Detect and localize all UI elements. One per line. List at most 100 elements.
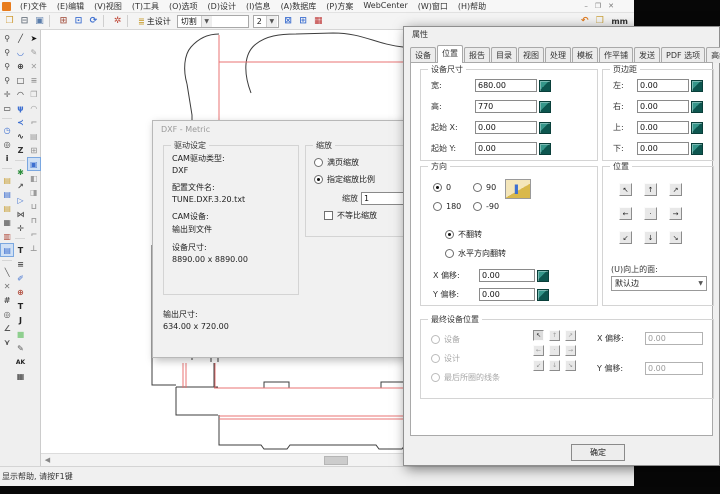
position-arrow-button[interactable]: ↑ (644, 183, 657, 196)
step-tool[interactable]: ⌐ (28, 228, 40, 240)
position-arrow-button[interactable]: ↗ (669, 183, 682, 196)
line-tool[interactable]: ╱ (14, 32, 26, 44)
circle-tool[interactable]: ⊕ (14, 60, 26, 72)
menu-item[interactable]: WebCenter (358, 1, 412, 12)
spin-button[interactable] (537, 289, 549, 301)
radio-button[interactable] (445, 249, 454, 258)
measure-line-tool[interactable]: ╲ (1, 266, 13, 278)
spin-button[interactable] (691, 80, 703, 92)
paragraph-tool[interactable]: ≡ (14, 258, 26, 270)
output-counter-tool[interactable]: ▤ (1, 202, 13, 214)
tab[interactable]: 高级 (706, 47, 720, 63)
radio-button[interactable] (314, 175, 323, 184)
tool-icon[interactable] (2, 260, 12, 264)
toolbar-icon[interactable] (127, 15, 132, 27)
spin-button[interactable] (539, 101, 551, 113)
value-input[interactable]: 0.00 (637, 142, 689, 155)
tab[interactable]: 设备 (410, 47, 436, 63)
edit-pen-tool[interactable]: ✎ (28, 46, 40, 58)
snap-clock-tool[interactable]: ◷ (1, 124, 13, 136)
curve-tool[interactable]: ∿ (14, 130, 26, 142)
angle-measure-tool[interactable]: ∠ (1, 322, 13, 334)
small-text-tool[interactable]: T (14, 300, 26, 312)
table-tool[interactable]: ▦ (14, 370, 26, 382)
info-tool[interactable]: i (1, 152, 13, 164)
zoom-previous-tool[interactable]: ⚲ (1, 74, 13, 86)
menu-item[interactable]: (H)帮助 (453, 1, 491, 12)
annotate-tool[interactable]: ✐ (14, 272, 26, 284)
tool-icon[interactable] (2, 118, 12, 122)
extend-tool[interactable]: ↗ (14, 180, 26, 192)
tab[interactable]: 报告 (464, 47, 490, 63)
dimension-tool[interactable]: ⊕ (14, 286, 26, 298)
arc-3point-tool[interactable]: ◠ (14, 88, 26, 100)
menu-item[interactable]: (O)选项 (164, 1, 203, 12)
value-input[interactable]: 0.00 (475, 142, 537, 155)
spin-button[interactable] (691, 101, 703, 113)
radio-button[interactable] (473, 202, 482, 211)
pen-number-select[interactable]: 2 ▼ (253, 15, 279, 28)
hook-tool[interactable]: J (14, 314, 26, 326)
value-input[interactable]: 0.00 (475, 121, 537, 134)
active-layer-tool[interactable]: ▣ (28, 158, 40, 170)
tool-icon[interactable] (2, 168, 12, 172)
value-input[interactable]: 770 (475, 100, 537, 113)
chevron-down-icon[interactable]: ▼ (201, 16, 212, 27)
position-arrow-button[interactable]: → (669, 207, 682, 220)
save-icon[interactable]: ▣ (32, 14, 47, 28)
scale-to-fit-tool[interactable]: ▭ (1, 102, 13, 114)
arrowkeys-tool[interactable]: AK (14, 356, 26, 368)
delete-tool[interactable]: ✕ (28, 60, 40, 72)
snap-grid-icon[interactable]: ⊞ (296, 14, 311, 28)
branch-measure-tool[interactable]: ⋎ (1, 336, 13, 348)
position-arrow-button[interactable]: ↓ (644, 231, 657, 244)
tab[interactable]: 模板 (572, 47, 598, 63)
cam-output-tool[interactable]: ▤ (1, 244, 13, 256)
menu-item[interactable]: (A)数据库 (276, 1, 322, 12)
mirror-tool[interactable]: ⋈ (14, 208, 26, 220)
refresh-view-icon[interactable]: ⟳ (86, 14, 101, 28)
group-tool[interactable]: ▤ (28, 130, 40, 142)
window-control-icon[interactable]: ✕ (608, 2, 614, 10)
pan-tool[interactable]: ✛ (1, 88, 13, 100)
fork-tool[interactable]: ψ (14, 102, 26, 114)
tab[interactable]: 处理 (545, 47, 571, 63)
toolbar-icon[interactable] (103, 15, 108, 27)
printer-icon[interactable]: ⊟ (17, 14, 32, 28)
select-tool[interactable]: ➤ (28, 32, 40, 44)
menu-item[interactable]: (F)文件 (15, 1, 52, 12)
fill-tool[interactable]: ■ (14, 328, 26, 340)
dialog-titlebar[interactable]: DXF - Metric (153, 121, 429, 138)
master-design-button[interactable]: ≣ 主设计 (134, 14, 175, 28)
position-arrow-button[interactable]: ↖ (619, 183, 632, 196)
radio-button[interactable] (433, 183, 442, 192)
radio-button[interactable] (473, 183, 482, 192)
menu-item[interactable]: (W)窗口 (413, 1, 453, 12)
spin-button[interactable] (539, 143, 551, 155)
radio-button[interactable] (445, 230, 454, 239)
menu-item[interactable]: (T)工具 (127, 1, 164, 12)
value-input[interactable]: 0.00 (479, 288, 535, 301)
position-arrow-button[interactable]: · (644, 207, 657, 220)
corner-tool[interactable]: ⌐ (28, 116, 40, 128)
value-input[interactable]: 0.00 (637, 100, 689, 113)
spin-button[interactable] (539, 122, 551, 134)
open-folder-icon[interactable]: ❒ (2, 14, 17, 28)
rotate-tool[interactable]: ▷ (14, 194, 26, 206)
zoom-rectangle-tool[interactable]: ⚲ (1, 32, 13, 44)
value-input[interactable]: 0.00 (637, 79, 689, 92)
arc-edit-tool[interactable]: ◠ (28, 102, 40, 114)
output-sample-tool[interactable]: ▤ (1, 174, 13, 186)
spin-button[interactable] (691, 143, 703, 155)
menu-item[interactable]: (E)编辑 (52, 1, 89, 12)
zoom-in-tool[interactable]: ⚲ (1, 46, 13, 58)
tab[interactable]: 视图 (518, 47, 544, 63)
chamfer-tool[interactable]: ≺ (14, 116, 26, 128)
tab[interactable]: PDF 选项 (661, 47, 705, 63)
arc-tool[interactable]: ◡ (14, 46, 26, 58)
union-tool[interactable]: ⊔ (28, 200, 40, 212)
menu-item[interactable]: (I)信息 (241, 1, 276, 12)
bitmap-output-tool[interactable]: ▦ (1, 216, 13, 228)
chevron-down-icon[interactable]: ▼ (266, 16, 277, 27)
text-tool[interactable]: T (14, 244, 26, 256)
